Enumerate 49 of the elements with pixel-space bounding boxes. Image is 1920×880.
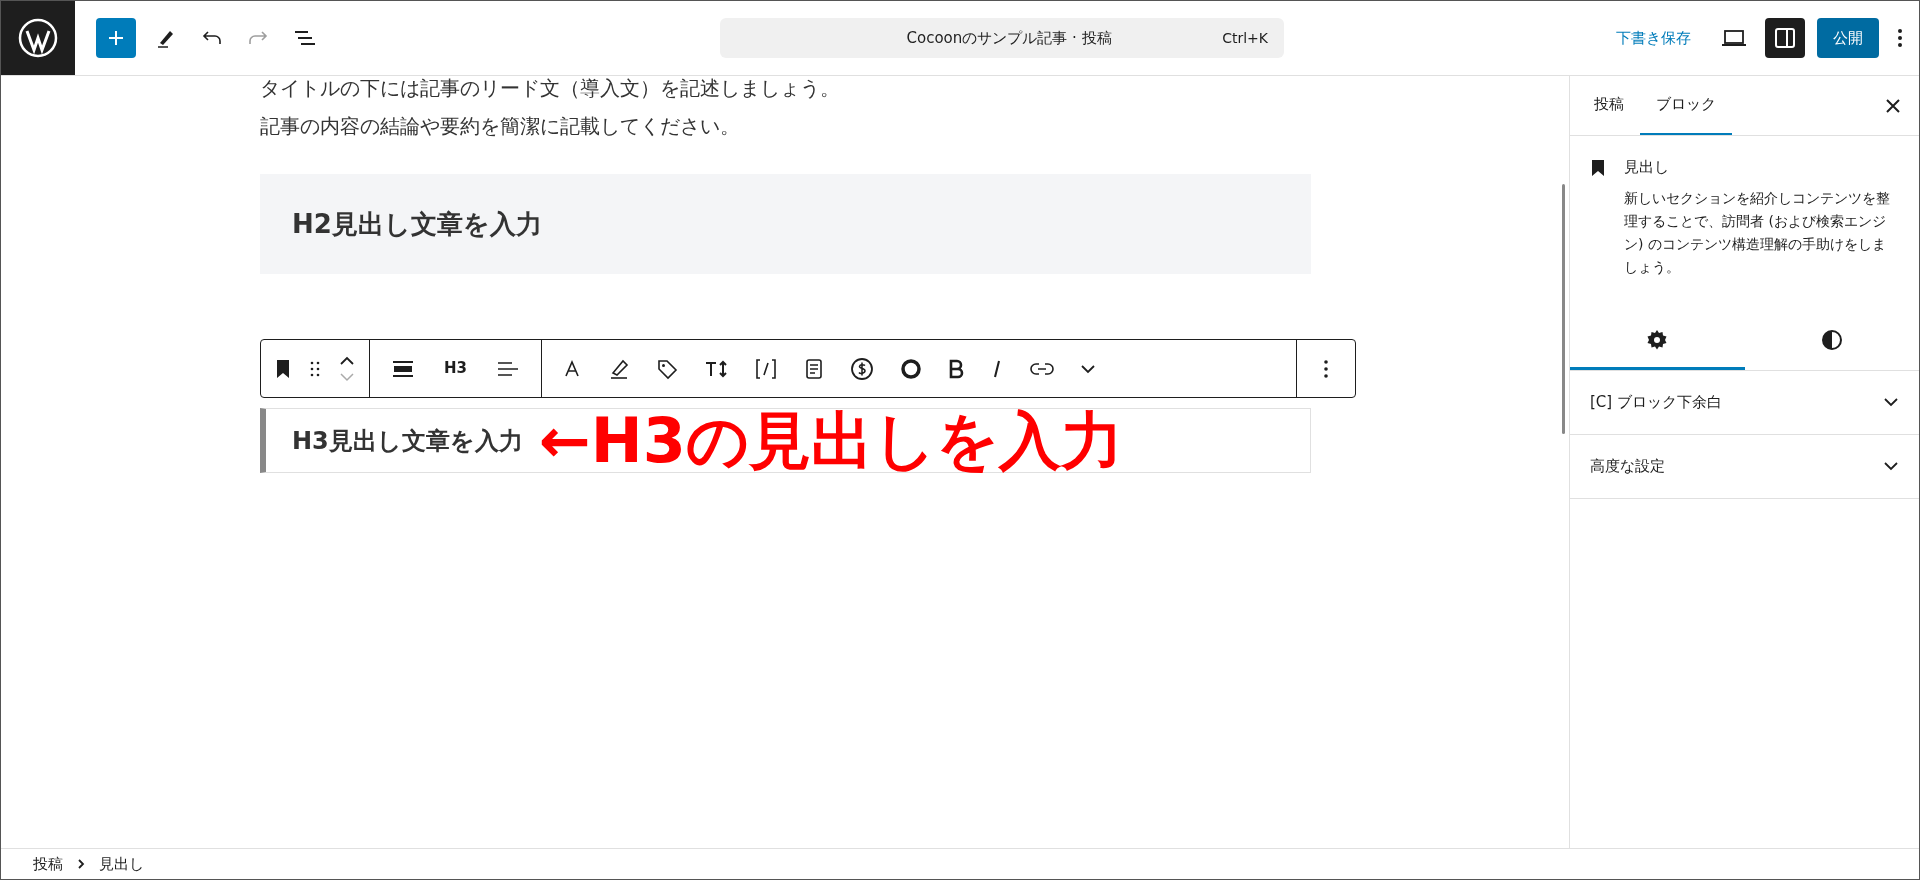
letter-a-icon[interactable] — [562, 358, 582, 379]
half-circle-icon — [1820, 328, 1843, 351]
tag-icon[interactable] — [656, 357, 678, 380]
circle-icon[interactable] — [900, 357, 922, 380]
laptop-icon[interactable] — [1721, 27, 1747, 49]
bookmark-icon[interactable] — [275, 358, 291, 379]
plus-icon — [107, 29, 125, 47]
wordpress-logo[interactable] — [1, 1, 75, 75]
panel-header[interactable]: [C] ブロック下余白 — [1570, 370, 1919, 435]
breadcrumb-link[interactable]: 見出し — [99, 852, 144, 876]
highlighter-icon[interactable] — [608, 357, 630, 380]
chevron-right-icon — [77, 858, 85, 870]
sidebar-tab[interactable]: 投稿 — [1578, 76, 1640, 135]
align-icon[interactable] — [392, 358, 414, 379]
h3-heading-block[interactable]: H3見出し文章を入力 ←H3の見出しを入力 — [260, 408, 1311, 473]
font-size-icon[interactable] — [704, 358, 728, 379]
settings-toggle-button[interactable] — [1765, 18, 1805, 58]
save-draft-link[interactable]: 下書き保存 — [1616, 26, 1691, 50]
gear-icon — [1646, 328, 1669, 351]
document-icon[interactable] — [804, 357, 824, 380]
add-block-button[interactable] — [96, 18, 136, 58]
annotation-text: ←H3の見出しを入力 — [538, 409, 1123, 472]
sidebar-tab[interactable]: ブロック — [1640, 76, 1732, 135]
lead-paragraph-line: 記事の内容の結論や要約を簡潔に記載してください。 — [260, 113, 741, 140]
bold-icon[interactable] — [948, 358, 964, 379]
link-icon[interactable] — [1030, 360, 1054, 377]
wordpress-icon — [18, 18, 58, 58]
bookmark-icon — [1590, 159, 1606, 177]
h2-heading-text: H2見出し文章を入力 — [292, 207, 542, 241]
block-options-icon[interactable] — [1323, 358, 1329, 379]
sidebar-icon — [1774, 27, 1796, 49]
shortcode-icon[interactable] — [754, 357, 778, 380]
chevron-down-icon[interactable] — [1080, 363, 1096, 374]
block-title: 見出し — [1624, 157, 1670, 178]
h3-heading-text: H3見出し文章を入力 — [292, 425, 523, 457]
chevron-icon — [1883, 461, 1899, 471]
heading-level-button[interactable]: H3 — [440, 357, 471, 380]
h2-heading-block[interactable]: H2見出し文章を入力 — [260, 174, 1311, 274]
lead-paragraph-line: タイトルの下には記事のリード文（導入文）を記述しましょう。 — [260, 76, 841, 102]
close-icon[interactable] — [1885, 98, 1901, 114]
panel-header[interactable]: 高度な設定 — [1570, 434, 1919, 499]
breadcrumb-link[interactable]: 投稿 — [33, 852, 63, 876]
publish-button[interactable]: 公開 — [1817, 18, 1879, 58]
chevron-icon — [1883, 397, 1899, 407]
block-description: 新しいセクションを紹介しコンテンツを整理することで、訪問者 (および検索エンジン) のコンテンツ構造理解の手助けをしましょう。 — [1624, 188, 1891, 277]
move-up-icon[interactable] — [339, 355, 355, 366]
more-options-icon[interactable] — [1897, 27, 1903, 49]
dollar-circle-icon[interactable] — [850, 356, 874, 381]
command-bar[interactable]: Cocoonのサンプル記事 · 投稿 Ctrl+K — [720, 18, 1284, 58]
